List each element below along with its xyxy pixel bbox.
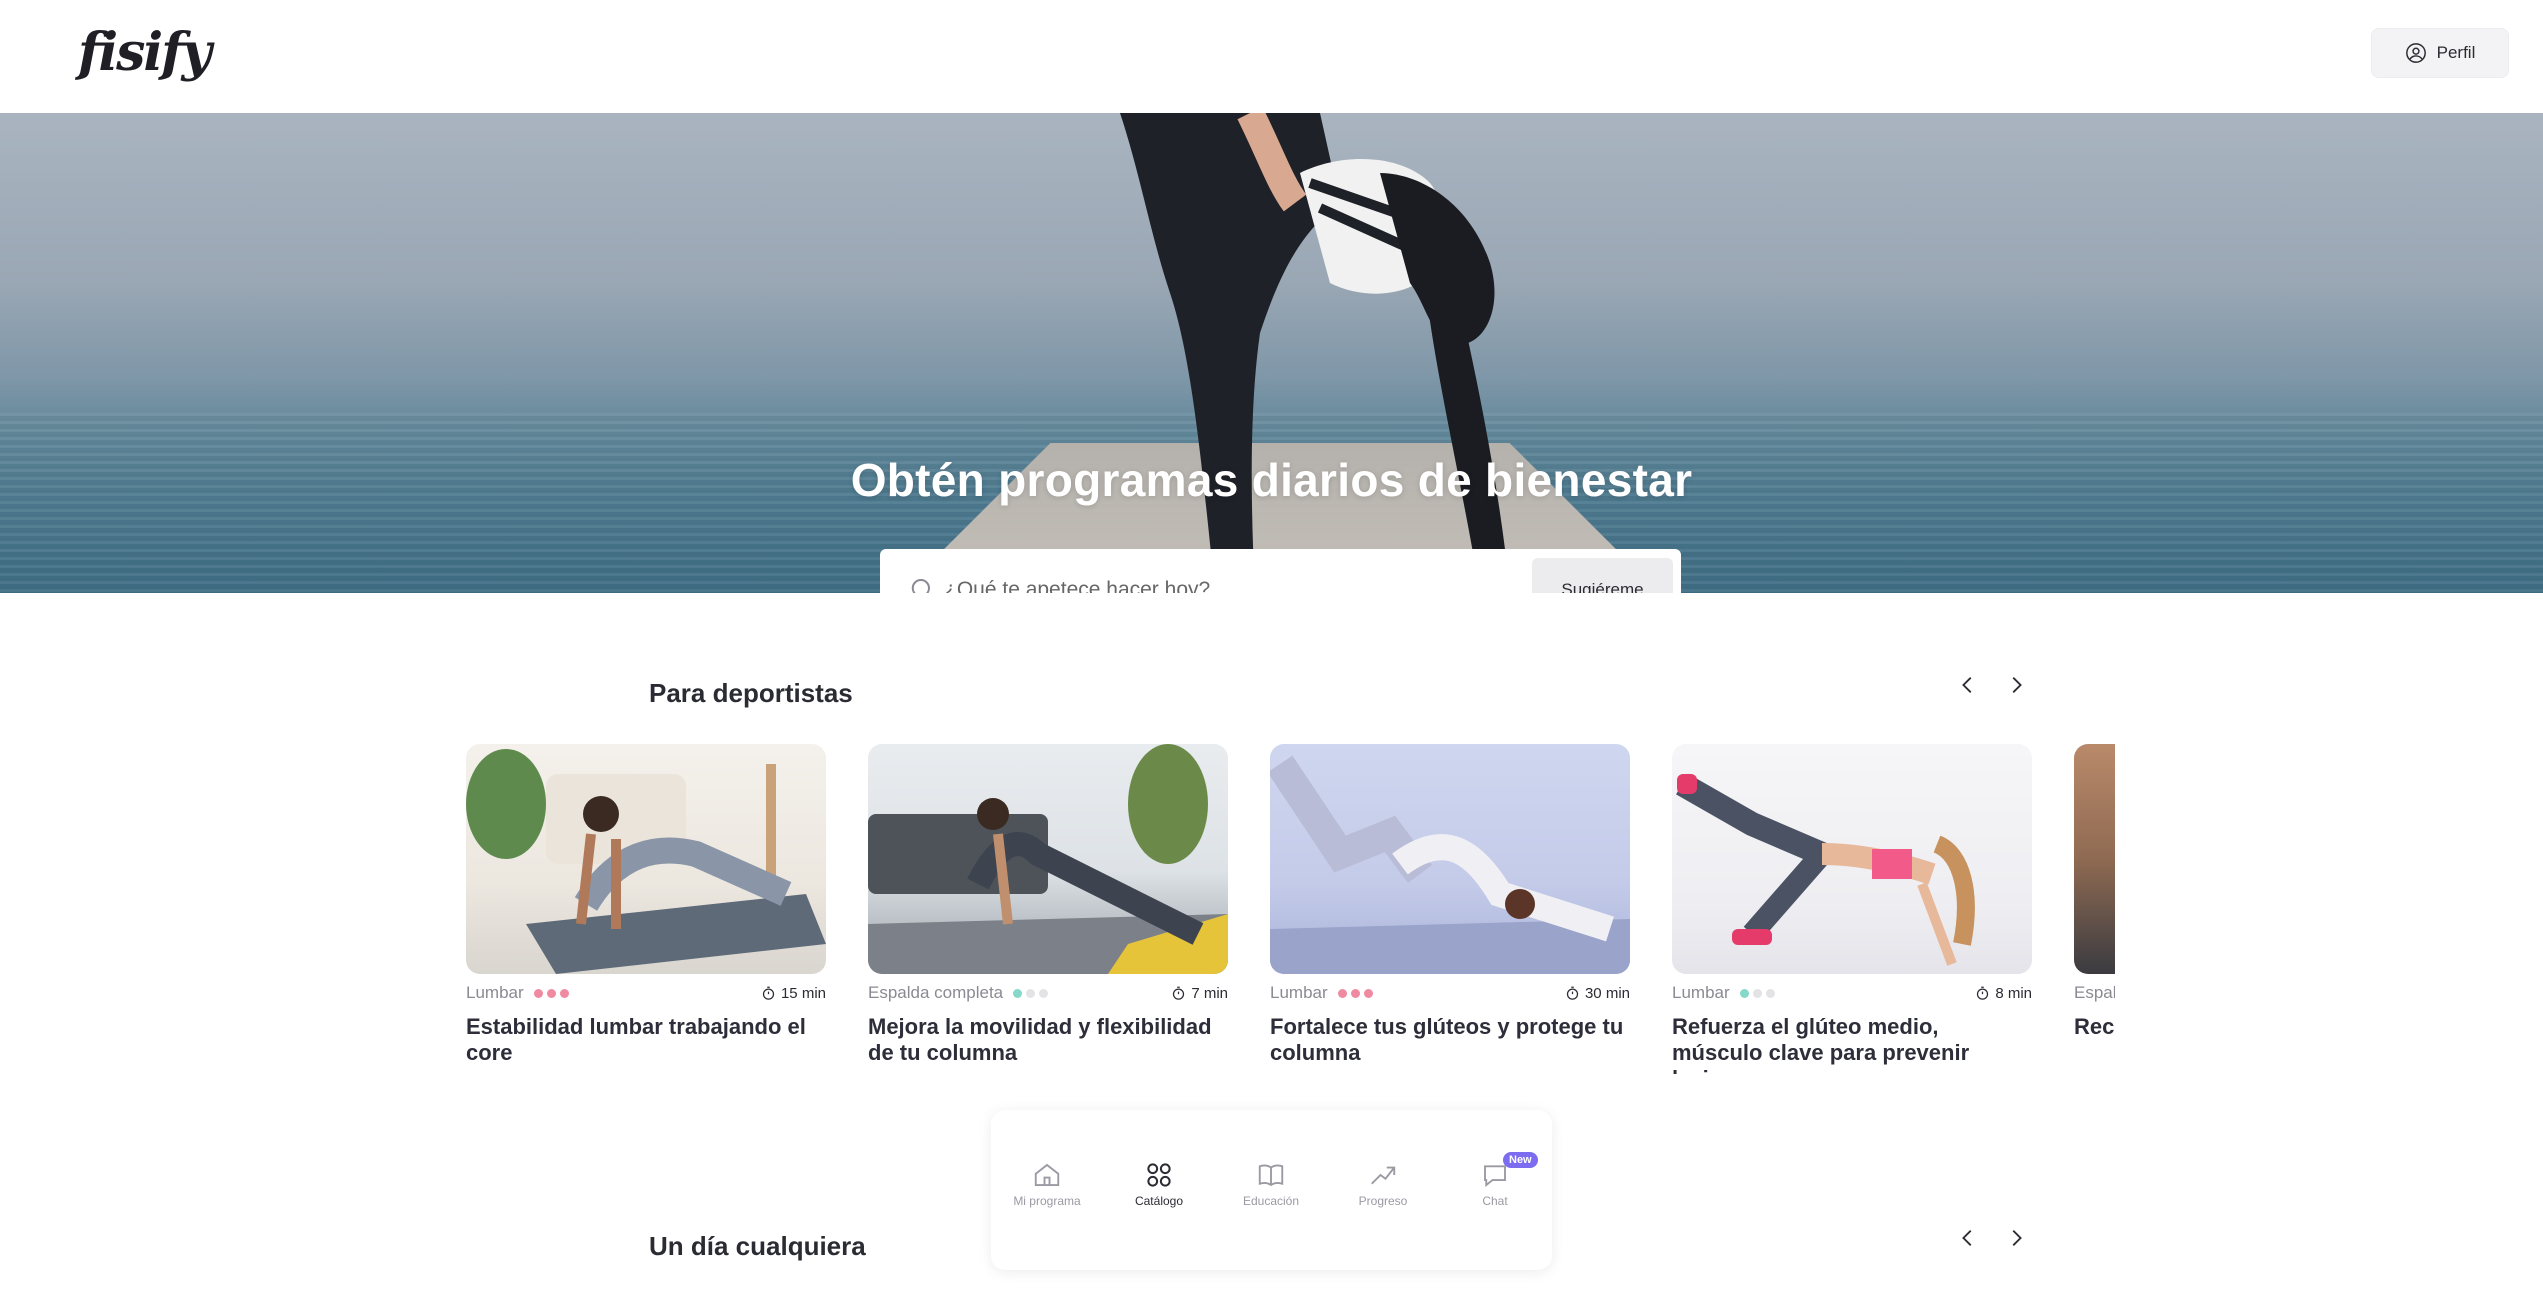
level-dot: [1752, 988, 1762, 998]
stopwatch-icon: [1173, 986, 1185, 1000]
level-dot: [1739, 988, 1749, 998]
chevron-left-icon: [1962, 1230, 1972, 1246]
nav-label: Progreso: [1358, 1194, 1408, 1208]
card-title: Mejora la movilidad y flexibilidad de tu…: [868, 1014, 1212, 1065]
nav-item-catalogo[interactable]: Catálogo: [1111, 1160, 1207, 1208]
level-dots: [1337, 988, 1373, 998]
chevron-right-icon: [2012, 1230, 2022, 1246]
card-image-pushup: [466, 744, 826, 974]
chevron-left-icon: [1962, 677, 1972, 693]
stopwatch-icon: [1566, 986, 1579, 1000]
level-dot: [1765, 988, 1775, 998]
program-card[interactable]: Espalda completa 7 min Mejora la movilid…: [868, 744, 1228, 1066]
level-dots: [533, 988, 569, 998]
profile-button[interactable]: Perfil: [2371, 28, 2509, 78]
level-dots: [1739, 988, 1775, 998]
carousel-next-button[interactable]: [1999, 1221, 2033, 1255]
program-card[interactable]: Espal Recu de u: [2074, 744, 2115, 1040]
card-duration: 7 min: [1191, 984, 1228, 1002]
nav-label: Chat: [1482, 1194, 1508, 1208]
nav-label: Catálogo: [1134, 1194, 1184, 1208]
card-image-outdoor: [2074, 744, 2115, 974]
card-meta: Lumbar 15 min: [466, 982, 826, 1004]
card-title: Recu de u: [2074, 1014, 2115, 1039]
hero-yoga-figure: [1120, 113, 1510, 593]
card-category: Lumbar: [1672, 983, 1730, 1002]
program-card[interactable]: Lumbar 8 min Refuerza el glúteo medio, m…: [1672, 744, 2032, 1074]
pushup-illustration: [466, 749, 826, 974]
nav-item-chat[interactable]: Chat New: [1447, 1152, 1543, 1208]
card-image-cobra: [868, 744, 1228, 974]
level-dot: [1363, 988, 1373, 998]
carousel-prev-button[interactable]: [1951, 1221, 1985, 1255]
trend-icon: [1371, 1166, 1396, 1185]
new-badge: New: [1503, 1152, 1538, 1168]
card-category: Espalda completa: [868, 983, 1004, 1002]
card-category: Espal: [2074, 983, 2115, 1002]
card-image-glute-kick: [1672, 744, 2032, 974]
level-dot: [1026, 988, 1036, 998]
home-icon: [1034, 1163, 1060, 1186]
suggest-button[interactable]: Sugiéreme: [1532, 558, 1673, 593]
chevron-right-icon: [2012, 677, 2022, 693]
card-title: Fortalece tus glúteos y protege tu colum…: [1270, 1014, 1624, 1065]
card-duration: 15 min: [780, 984, 826, 1002]
level-dots: [1013, 988, 1049, 998]
glute-kick-illustration: [1676, 773, 1975, 966]
level-dot: [546, 988, 556, 998]
program-card[interactable]: Lumbar 30 min Fortalece tus glúteos y pr…: [1270, 744, 1630, 1066]
profile-label: Perfil: [2436, 43, 2476, 62]
search-input[interactable]: [944, 549, 1504, 593]
top-header: fisify Perfil: [0, 0, 2543, 113]
user-circle-icon: [2405, 43, 2426, 63]
hero-title: Obtén programas diarios de bienestar: [850, 454, 1693, 506]
level-dot: [1013, 988, 1023, 998]
level-dot: [1039, 988, 1049, 998]
card-image-bridge: [1270, 744, 1630, 974]
card-meta: Lumbar 8 min: [1672, 982, 2032, 1004]
carousel-next-button[interactable]: [1999, 668, 2033, 702]
search-box: Sugiéreme: [880, 549, 1681, 593]
level-dot: [533, 988, 543, 998]
carousel-prev-button[interactable]: [1951, 668, 1985, 702]
card-category: Lumbar: [466, 983, 524, 1002]
bottom-navigation: Mi programa Catálogo Educación Progreso …: [991, 1110, 1552, 1270]
book-icon: [1258, 1164, 1284, 1187]
nav-item-progreso[interactable]: Progreso: [1335, 1160, 1431, 1208]
level-dot: [1337, 988, 1347, 998]
search-icon: [911, 579, 930, 593]
card-category: Lumbar: [1270, 983, 1328, 1002]
card-duration: 30 min: [1584, 984, 1630, 1002]
nav-label: Mi programa: [1013, 1194, 1081, 1208]
bridge-illustration: [1270, 755, 1630, 974]
program-card[interactable]: Lumbar 15 min Estabilidad lumbar trabaja…: [466, 744, 826, 1066]
level-dot: [1350, 988, 1360, 998]
program-carousel: Lumbar 15 min Estabilidad lumbar trabaja…: [466, 744, 2115, 1074]
hero-banner: Obtén programas diarios de bienestar Sug…: [0, 113, 2543, 593]
card-title: Estabilidad lumbar trabajando el core: [466, 1014, 806, 1065]
nav-label: Educación: [1242, 1194, 1300, 1208]
card-meta: Espal: [2074, 982, 2115, 1004]
stopwatch-icon: [762, 986, 775, 1000]
stopwatch-icon: [1977, 986, 1989, 1000]
nav-item-educacion[interactable]: Educación: [1223, 1160, 1319, 1208]
card-title: Refuerza el glúteo medio, músculo clave …: [1672, 1014, 1970, 1074]
nav-item-mi-programa[interactable]: Mi programa: [999, 1160, 1095, 1208]
section-title-un-dia-cualquiera: Un día cualquiera: [649, 1231, 866, 1261]
section-title-para-deportistas: Para deportistas: [649, 678, 853, 708]
card-duration: 8 min: [1995, 984, 2032, 1002]
grid-icon: [1147, 1163, 1171, 1187]
cobra-illustration: [868, 744, 1228, 974]
fisify-logo[interactable]: fisify: [78, 22, 212, 83]
level-dot: [559, 988, 569, 998]
card-meta: Lumbar 30 min: [1270, 982, 1630, 1004]
card-meta: Espalda completa 7 min: [868, 982, 1228, 1004]
